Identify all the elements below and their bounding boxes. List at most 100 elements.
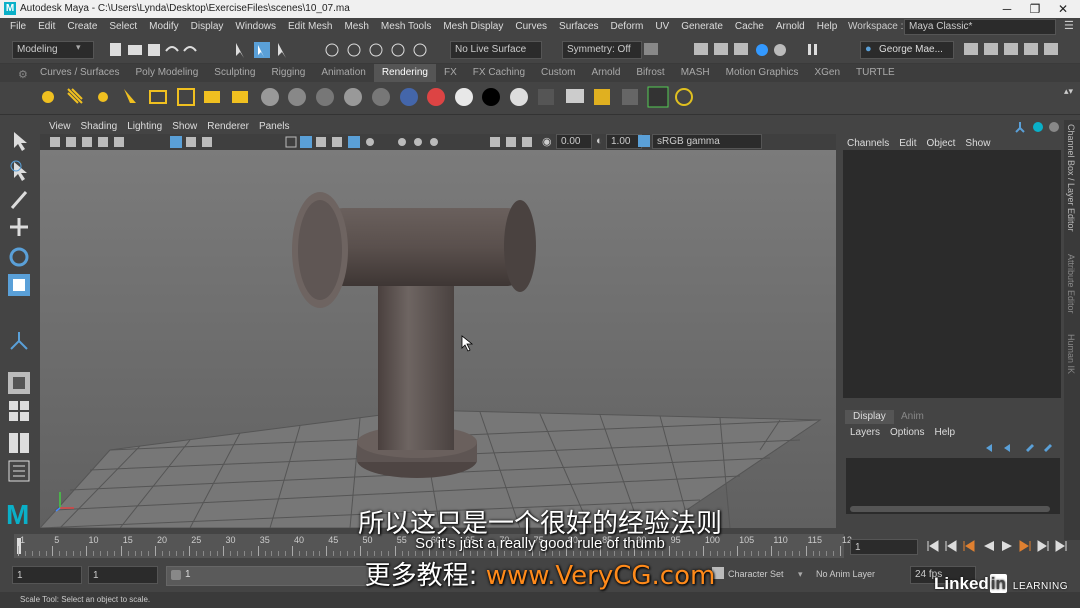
menu-surfaces[interactable]: Surfaces bbox=[553, 18, 604, 35]
shelf-scroll-icon[interactable]: ▴▾ bbox=[1064, 86, 1073, 97]
tab-anim[interactable]: Anim bbox=[895, 410, 930, 424]
scale-tool-icon[interactable] bbox=[8, 274, 30, 296]
attribute-editor-toggle-icon[interactable] bbox=[984, 43, 998, 55]
workspace-settings-icon[interactable]: ☰ bbox=[1064, 19, 1074, 32]
smooth-shade-icon[interactable] bbox=[300, 136, 312, 148]
rotate-tool-icon[interactable] bbox=[8, 246, 30, 268]
shelf-tab-poly-modeling[interactable]: Poly Modeling bbox=[127, 64, 206, 82]
lock-camera-icon[interactable] bbox=[66, 137, 76, 147]
directional-light-icon[interactable] bbox=[67, 88, 83, 104]
camera-icon[interactable] bbox=[204, 91, 220, 103]
symmetry-dropdown[interactable]: Symmetry: Off bbox=[562, 41, 642, 59]
shadows-icon[interactable] bbox=[366, 138, 374, 146]
render-current-frame-icon[interactable] bbox=[694, 43, 708, 55]
film-gate-icon[interactable] bbox=[186, 137, 196, 147]
menu-create[interactable]: Create bbox=[61, 18, 103, 35]
viewport-menu-shading[interactable]: Shading bbox=[76, 119, 123, 134]
render-settings-icon[interactable] bbox=[734, 43, 748, 55]
minimize-button[interactable]: ─ bbox=[992, 1, 1022, 17]
use-background-icon[interactable] bbox=[482, 88, 500, 106]
select-object-icon[interactable] bbox=[254, 42, 270, 58]
snap-view-icon[interactable] bbox=[413, 43, 427, 57]
menu-cache[interactable]: Cache bbox=[729, 18, 770, 35]
viewport-menu-show[interactable]: Show bbox=[167, 119, 202, 134]
render-view-icon[interactable] bbox=[774, 44, 786, 56]
menuset-dropdown[interactable]: Modeling bbox=[12, 41, 94, 59]
shelf-tab-xgen[interactable]: XGen bbox=[806, 64, 848, 82]
bookmarks-icon[interactable] bbox=[98, 137, 108, 147]
info-icon[interactable] bbox=[1033, 122, 1043, 132]
channelbox-menu-object[interactable]: Object bbox=[922, 136, 961, 151]
ambient-light-icon[interactable] bbox=[42, 91, 54, 103]
hierarchy-icon[interactable] bbox=[1015, 122, 1025, 133]
live-surface-field[interactable]: No Live Surface bbox=[450, 41, 542, 59]
redo-icon[interactable] bbox=[183, 46, 197, 52]
menu-mesh[interactable]: Mesh bbox=[338, 18, 374, 35]
menu-arnold[interactable]: Arnold bbox=[770, 18, 811, 35]
paint-select-tool-icon[interactable] bbox=[8, 188, 30, 210]
snap-surface-icon[interactable] bbox=[391, 43, 405, 57]
shelf-tab-animation[interactable]: Animation bbox=[313, 64, 373, 82]
surface-shader-icon[interactable] bbox=[455, 88, 473, 106]
menu-generate[interactable]: Generate bbox=[675, 18, 729, 35]
lambert-material-icon[interactable] bbox=[288, 88, 306, 106]
menu-edit-mesh[interactable]: Edit Mesh bbox=[282, 18, 338, 35]
tab-display[interactable]: Display bbox=[845, 410, 894, 424]
xray-joints-icon[interactable] bbox=[522, 137, 532, 147]
menu-deform[interactable]: Deform bbox=[605, 18, 650, 35]
grid-toggle-icon[interactable] bbox=[170, 136, 182, 148]
snap-grid-icon[interactable] bbox=[325, 43, 339, 57]
channelbox-menu-show[interactable]: Show bbox=[960, 136, 995, 151]
viewport-menu-renderer[interactable]: Renderer bbox=[202, 119, 254, 134]
open-scene-icon[interactable] bbox=[128, 45, 142, 55]
move-tool-icon[interactable] bbox=[8, 216, 30, 238]
hypershade-shelf-icon[interactable] bbox=[675, 88, 693, 106]
anisotropic-material-icon[interactable] bbox=[372, 88, 390, 106]
select-hierarchy-icon[interactable] bbox=[236, 43, 244, 58]
menu-display[interactable]: Display bbox=[185, 18, 230, 35]
ipr-render-icon[interactable] bbox=[714, 43, 728, 55]
menu-help[interactable]: Help bbox=[811, 18, 844, 35]
lasso-tool-icon[interactable] bbox=[8, 160, 30, 182]
xray-icon[interactable] bbox=[506, 137, 516, 147]
shelf-tab-mash[interactable]: MASH bbox=[673, 64, 718, 82]
shelf-tab-motion-graphics[interactable]: Motion Graphics bbox=[718, 64, 807, 82]
move-layer-up-icon[interactable] bbox=[986, 444, 992, 452]
view-transform-dropdown[interactable]: sRGB gamma bbox=[652, 134, 762, 149]
save-scene-icon[interactable] bbox=[148, 44, 160, 56]
menu-modify[interactable]: Modify bbox=[143, 18, 184, 35]
ipr-icon[interactable] bbox=[594, 89, 610, 105]
batch-render-icon[interactable] bbox=[622, 89, 638, 105]
single-perspective-layout-icon[interactable] bbox=[8, 372, 30, 394]
shelf-tab-turtle[interactable]: TURTLE bbox=[848, 64, 903, 82]
tab-human-ik[interactable]: Human IK bbox=[1066, 334, 1076, 374]
phong-material-icon[interactable] bbox=[316, 88, 334, 106]
point-light-icon[interactable] bbox=[98, 92, 108, 102]
new-layer-selected-icon[interactable] bbox=[1044, 444, 1052, 452]
workspace-dropdown[interactable]: Maya Classic* bbox=[904, 19, 1056, 35]
construction-history-icon[interactable] bbox=[644, 43, 658, 55]
menu-mesh-tools[interactable]: Mesh Tools bbox=[375, 18, 437, 35]
shelf-tab-custom[interactable]: Custom bbox=[533, 64, 583, 82]
shelf-menu-icon[interactable]: ⚙ bbox=[18, 68, 28, 81]
menu-select[interactable]: Select bbox=[103, 18, 143, 35]
layer-editor-toggle-icon[interactable] bbox=[1044, 43, 1058, 55]
spot-light-icon[interactable] bbox=[124, 89, 136, 103]
new-scene-icon[interactable] bbox=[110, 43, 121, 56]
gamma-field[interactable] bbox=[606, 134, 642, 149]
outliner-layout-icon[interactable] bbox=[8, 460, 30, 482]
channelbox-menu-edit[interactable]: Edit bbox=[894, 136, 921, 151]
layer-menu-options[interactable]: Options bbox=[885, 425, 929, 440]
wireframe-on-shaded-icon[interactable] bbox=[316, 137, 326, 147]
menu-mesh-display[interactable]: Mesh Display bbox=[437, 18, 509, 35]
tool-settings-toggle-icon[interactable] bbox=[1004, 43, 1018, 55]
image-plane-icon[interactable] bbox=[114, 137, 124, 147]
hypershade-icon[interactable] bbox=[756, 44, 768, 56]
menu-file[interactable]: File bbox=[4, 18, 32, 35]
use-all-lights-icon[interactable] bbox=[348, 136, 360, 148]
menu-windows[interactable]: Windows bbox=[229, 18, 282, 35]
screen-space-ao-icon[interactable] bbox=[398, 138, 406, 146]
tab-channel-box-layer-editor[interactable]: Channel Box / Layer Editor bbox=[1066, 124, 1076, 244]
render-settings-shelf-icon[interactable] bbox=[647, 86, 669, 108]
pause-icon[interactable] bbox=[808, 44, 811, 55]
